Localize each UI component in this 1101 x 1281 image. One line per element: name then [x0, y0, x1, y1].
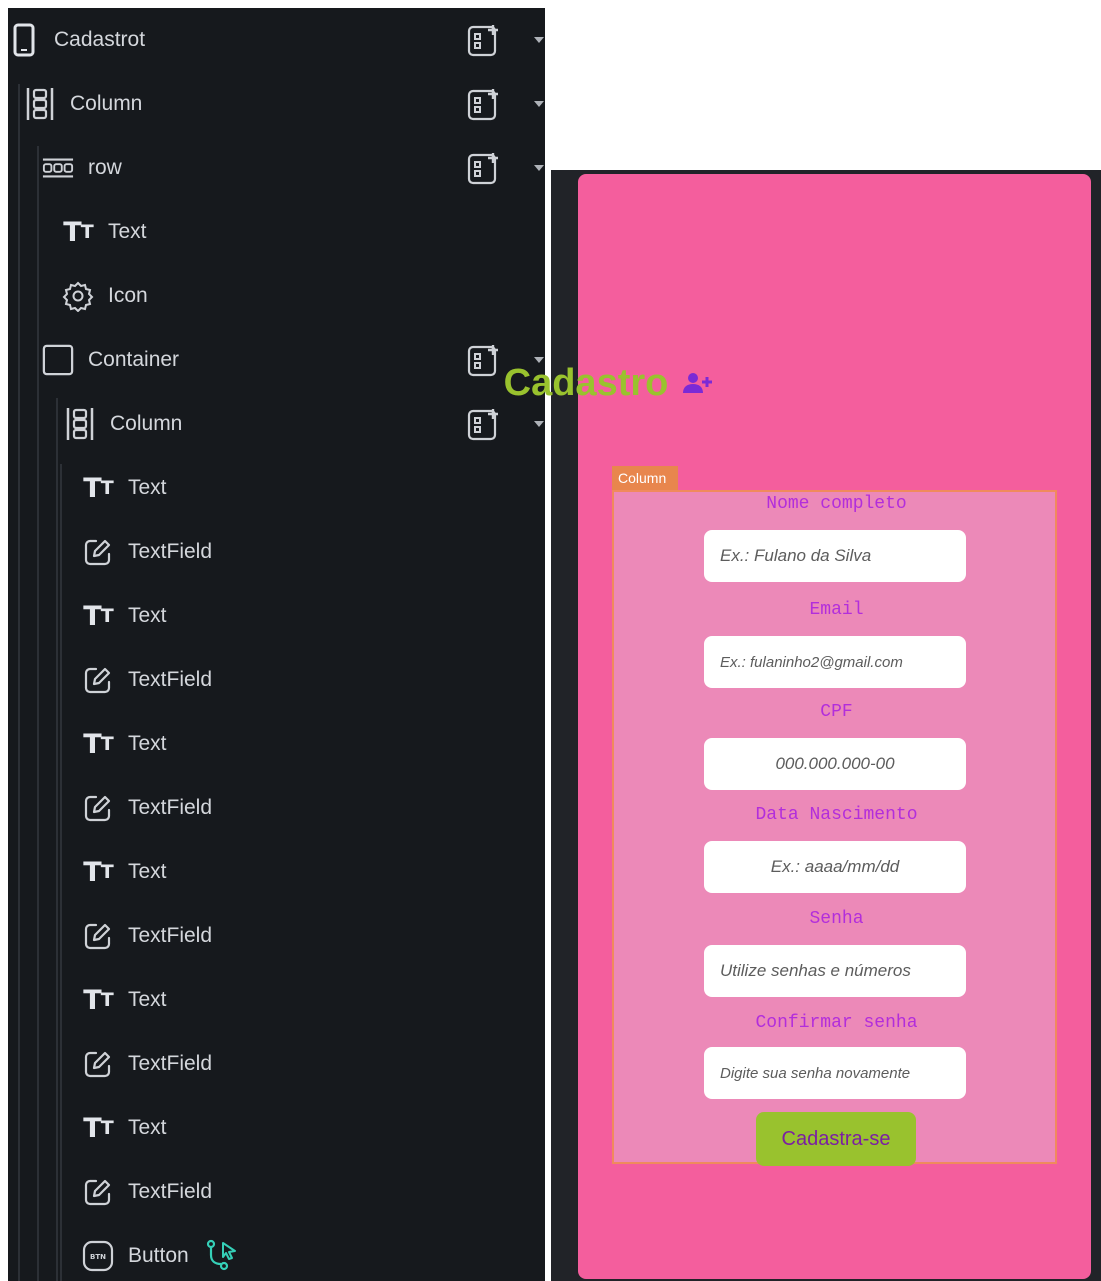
textfield-icon	[82, 792, 114, 824]
tree-node-text[interactable]: TT Text	[8, 968, 545, 1032]
tree-node-label: Icon	[108, 284, 148, 307]
gear-icon	[62, 280, 94, 312]
tree-node-label: TextField	[128, 1052, 213, 1075]
field-label: Nome completo	[766, 494, 907, 514]
tree-node-label: Cadastrot	[54, 28, 146, 51]
column-selection-tag: Column	[612, 466, 678, 490]
textfield-icon	[82, 1048, 114, 1080]
textfield-icon	[82, 920, 114, 952]
tree-node-label: Text	[128, 476, 167, 499]
widget-tree-panel: Cadastrot Column row TT Text Icon Contai…	[8, 8, 545, 1281]
tree-node-textfield[interactable]: TextField	[8, 520, 545, 584]
field-label: CPF	[820, 702, 853, 722]
textfield-icon	[82, 1176, 114, 1208]
tree-node-label: TextField	[128, 796, 213, 819]
column-icon	[24, 88, 56, 120]
confirm-password-input[interactable]	[704, 1047, 966, 1099]
tree-node-icon[interactable]: Icon	[8, 264, 545, 328]
tree-node-label: Text	[128, 860, 167, 883]
tree-node-button[interactable]: BTN Button	[8, 1224, 545, 1281]
tree-node-textfield[interactable]: TextField	[8, 904, 545, 968]
email-input[interactable]	[704, 636, 966, 688]
tree-node-text[interactable]: TT Text	[8, 456, 545, 520]
chevron-down-icon[interactable]	[532, 414, 545, 434]
tree-node-label: Text	[128, 604, 167, 627]
birth-date-input[interactable]	[704, 841, 966, 893]
field-label: Email	[809, 600, 864, 620]
tree-node-label: TextField	[128, 540, 213, 563]
person-add-icon	[682, 371, 713, 395]
full-name-input[interactable]	[704, 530, 966, 582]
field-label: Data Nascimento	[755, 805, 918, 825]
add-child-icon[interactable]	[466, 86, 502, 122]
tree-node-column[interactable]: Column	[8, 72, 545, 136]
tree-node-textfield[interactable]: TextField	[8, 1160, 545, 1224]
tree-node-label: row	[88, 156, 122, 179]
tree-node-row[interactable]: row	[8, 136, 545, 200]
title-row[interactable]: Cadastro	[0, 358, 1101, 408]
phone-icon	[8, 23, 40, 57]
form-column[interactable]: Nome completo Email CPF Data Nascimento …	[612, 490, 1057, 1166]
field-label: Confirmar senha	[755, 1013, 918, 1033]
tree-node-label: Column	[70, 92, 143, 115]
add-child-icon[interactable]	[466, 22, 502, 58]
button-icon: BTN	[82, 1240, 114, 1272]
text-icon: TT	[83, 856, 113, 888]
tree-node-label: TextField	[128, 668, 213, 691]
text-icon: TT	[83, 600, 113, 632]
action-flow-icon[interactable]	[205, 1239, 239, 1273]
cpf-input[interactable]	[704, 738, 966, 790]
text-icon: TT	[83, 472, 113, 504]
tree-node-text[interactable]: TT Text	[8, 1096, 545, 1160]
tree-node-textfield[interactable]: TextField	[8, 648, 545, 712]
add-child-icon[interactable]	[466, 406, 502, 442]
textfield-icon	[82, 536, 114, 568]
chevron-down-icon[interactable]	[532, 158, 545, 178]
button-icon-text: BTN	[90, 1253, 106, 1261]
tree-node-label: TextField	[128, 924, 213, 947]
tree-node-label: TextField	[128, 1180, 213, 1203]
tree-node-label: Text	[108, 220, 147, 243]
add-child-icon[interactable]	[466, 150, 502, 186]
row-icon	[42, 152, 74, 184]
text-icon: TT	[63, 216, 93, 248]
text-icon: TT	[83, 1112, 113, 1144]
page-title: Cadastro	[503, 361, 669, 404]
tree-node-page[interactable]: Cadastrot	[8, 8, 545, 72]
textfield-icon	[82, 664, 114, 696]
tree-node-label: Text	[128, 732, 167, 755]
tree-node-label: Column	[110, 412, 183, 435]
password-input[interactable]	[704, 945, 966, 997]
submit-button[interactable]: Cadastra-se	[756, 1112, 916, 1166]
tree-node-label: Text	[128, 988, 167, 1011]
tree-node-text[interactable]: TT Text	[8, 840, 545, 904]
column-icon	[64, 408, 96, 440]
tree-node-label: Button	[128, 1244, 189, 1267]
tree-node-text[interactable]: TT Text	[8, 712, 545, 776]
tree-node-textfield[interactable]: TextField	[8, 776, 545, 840]
chevron-down-icon[interactable]	[532, 94, 545, 114]
tree-node-text[interactable]: TT Text	[8, 584, 545, 648]
text-icon: TT	[83, 728, 113, 760]
tree-node-text[interactable]: TT Text	[8, 200, 545, 264]
field-label: Senha	[809, 909, 864, 929]
text-icon: TT	[83, 984, 113, 1016]
chevron-down-icon[interactable]	[532, 30, 545, 50]
tree-node-label: Text	[128, 1116, 167, 1139]
tree-node-textfield[interactable]: TextField	[8, 1032, 545, 1096]
